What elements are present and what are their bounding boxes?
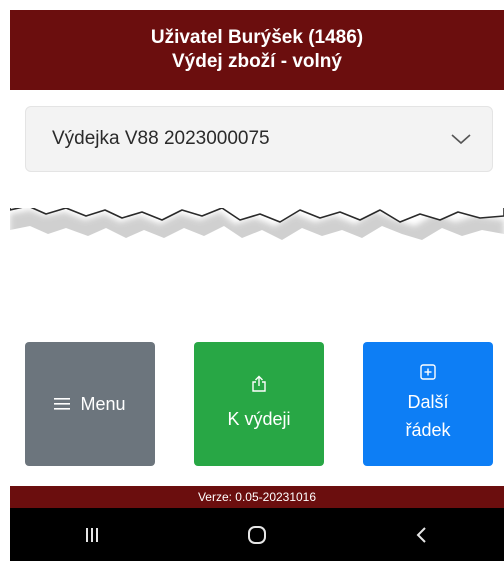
next-line-label-1: Další (407, 392, 449, 412)
version-footer: Verze: 0.05-20231016 (10, 486, 504, 508)
android-nav-bar (10, 508, 504, 561)
home-icon (247, 525, 266, 544)
app-screen: Uživatel Burýšek (1486) Výdej zboží - vo… (10, 10, 504, 561)
recent-apps-icon (86, 527, 99, 542)
next-line-label-2: řádek (405, 420, 451, 440)
version-text: Verze: 0.05-20231016 (197, 490, 317, 504)
menu-button[interactable]: Menu (25, 342, 155, 466)
hamburger-icon (54, 398, 71, 410)
share-upload-icon (252, 375, 266, 392)
issue-button-label: K výdeji (227, 409, 291, 429)
app-header: Uživatel Burýšek (1486) Výdej zboží - vo… (10, 10, 504, 90)
next-line-button[interactable]: Další řádek (363, 342, 493, 466)
chevron-down-icon (451, 134, 471, 145)
screen-title: Výdej zboží - volný (172, 51, 342, 72)
user-line: Uživatel Burýšek (1486) (150, 27, 364, 48)
back-icon (416, 526, 426, 543)
nav-recent-button[interactable] (62, 515, 122, 555)
plus-square-icon (420, 364, 436, 380)
torn-edge-divider (10, 200, 504, 290)
nav-home-button[interactable] (227, 515, 287, 555)
nav-back-button[interactable] (392, 515, 452, 555)
document-select-value: Výdejka V88 2023000075 (52, 128, 270, 149)
issue-button[interactable]: K výdeji (194, 342, 324, 466)
document-select[interactable]: Výdejka V88 2023000075 (25, 106, 493, 172)
menu-button-label: Menu (80, 394, 126, 414)
